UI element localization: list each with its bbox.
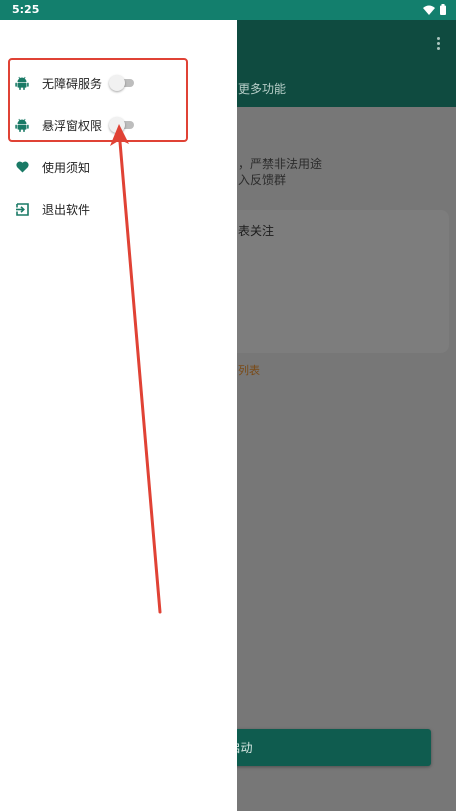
status-icons <box>423 4 446 15</box>
overflow-menu-icon[interactable] <box>437 37 441 51</box>
navigation-drawer: 无障碍服务 悬浮窗权限 使用须知 退出软件 <box>0 20 237 811</box>
notice-text: ，严禁非法用途 入反馈群 <box>238 156 322 188</box>
list-link[interactable]: 列表 <box>238 362 260 378</box>
overlay-permission-toggle[interactable] <box>109 117 135 133</box>
menu-item-label: 无障碍服务 <box>42 76 103 91</box>
menu-item-label: 退出软件 <box>42 202 91 217</box>
toggle-thumb <box>109 75 125 91</box>
status-bar: 5:25 <box>0 0 456 20</box>
menu-item-accessibility[interactable]: 无障碍服务 <box>0 65 237 101</box>
accessibility-toggle[interactable] <box>109 75 135 91</box>
menu-item-usage-notice[interactable]: 使用须知 <box>0 149 237 185</box>
android-icon <box>14 75 30 91</box>
notice-line: ，严禁非法用途 <box>238 157 323 171</box>
menu-item-exit-app[interactable]: 退出软件 <box>0 191 237 227</box>
follow-card: 表关注 <box>225 210 449 353</box>
menu-item-label: 使用须知 <box>42 160 91 175</box>
android-icon <box>14 117 30 133</box>
tab-more-features[interactable]: 更多功能 <box>238 80 286 97</box>
toggle-thumb <box>109 117 125 133</box>
menu-item-overlay-permission[interactable]: 悬浮窗权限 <box>0 107 237 143</box>
exit-icon <box>14 201 30 217</box>
menu-item-label: 悬浮窗权限 <box>42 118 103 133</box>
wifi-icon <box>423 5 435 15</box>
follow-card-title: 表关注 <box>238 224 275 238</box>
battery-icon <box>440 4 446 15</box>
heart-icon <box>14 159 30 175</box>
status-time: 5:25 <box>12 3 40 16</box>
notice-line: 入反馈群 <box>238 173 287 187</box>
